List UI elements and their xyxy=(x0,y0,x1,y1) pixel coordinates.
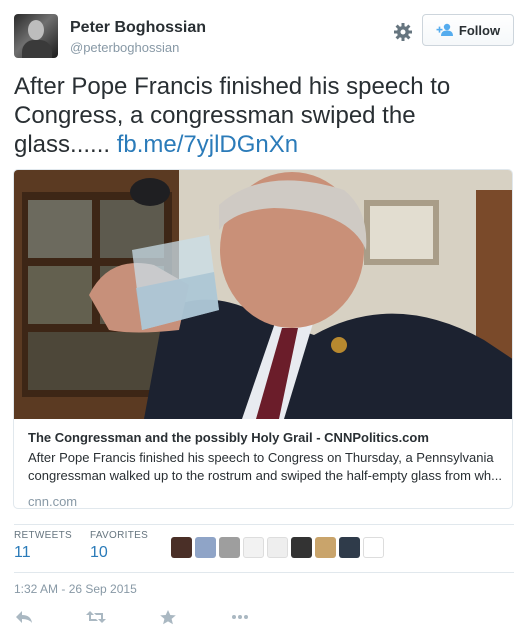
favoriter-avatar[interactable] xyxy=(195,537,216,558)
timestamp[interactable]: 1:32 AM - 26 Sep 2015 xyxy=(14,582,137,596)
avatar[interactable] xyxy=(14,14,58,58)
favoriter-avatar[interactable] xyxy=(219,537,240,558)
favorites-label: FAVORITES xyxy=(89,530,149,541)
favoriter-avatar[interactable] xyxy=(339,537,360,558)
favoriter-avatar[interactable] xyxy=(267,537,288,558)
avatar-body xyxy=(22,40,52,58)
follow-user-icon xyxy=(436,23,453,36)
favoriter-avatar[interactable] xyxy=(363,537,384,558)
divider xyxy=(14,524,514,525)
reply-icon[interactable] xyxy=(14,609,34,625)
favoriter-avatar[interactable] xyxy=(291,537,312,558)
tweet-header: Peter Boghossian @peterboghossian Follow xyxy=(14,14,514,60)
user-handle[interactable]: @peterboghossian xyxy=(70,40,179,55)
card-body: The Congressman and the possibly Holy Gr… xyxy=(28,429,502,508)
tweet-stats: RETWEETS 11 FAVORITES 10 xyxy=(14,530,166,570)
favoriter-avatar[interactable] xyxy=(171,537,192,558)
favoriter-avatars xyxy=(171,537,384,558)
follow-button[interactable]: Follow xyxy=(422,14,514,46)
more-icon[interactable] xyxy=(230,609,250,625)
favorite-icon[interactable] xyxy=(158,609,178,625)
gear-icon[interactable] xyxy=(393,22,413,42)
card-domain[interactable]: cnn.com xyxy=(28,494,502,508)
tweet-text: After Pope Francis finished his speech t… xyxy=(14,72,504,159)
favoriter-avatar[interactable] xyxy=(243,537,264,558)
favorites-stat[interactable]: FAVORITES 10 xyxy=(90,530,148,570)
tweet-link[interactable]: fb.me/7yjlDGnXn xyxy=(117,131,298,158)
retweets-stat[interactable]: RETWEETS 11 xyxy=(14,530,72,570)
avatar-face xyxy=(28,20,44,40)
follow-label: Follow xyxy=(458,22,501,38)
link-card[interactable]: The Congressman and the possibly Holy Gr… xyxy=(13,169,513,509)
action-bar xyxy=(14,609,302,625)
retweets-count: 11 xyxy=(14,544,31,561)
card-description: After Pope Francis finished his speech t… xyxy=(28,450,502,483)
card-title[interactable]: The Congressman and the possibly Holy Gr… xyxy=(28,429,502,446)
retweet-icon[interactable] xyxy=(86,609,106,625)
card-image[interactable] xyxy=(14,170,513,419)
user-name[interactable]: Peter Boghossian xyxy=(70,19,206,37)
favorites-count: 10 xyxy=(89,544,108,561)
divider xyxy=(14,572,514,573)
favoriter-avatar[interactable] xyxy=(315,537,336,558)
retweets-label: RETWEETS xyxy=(14,530,72,541)
